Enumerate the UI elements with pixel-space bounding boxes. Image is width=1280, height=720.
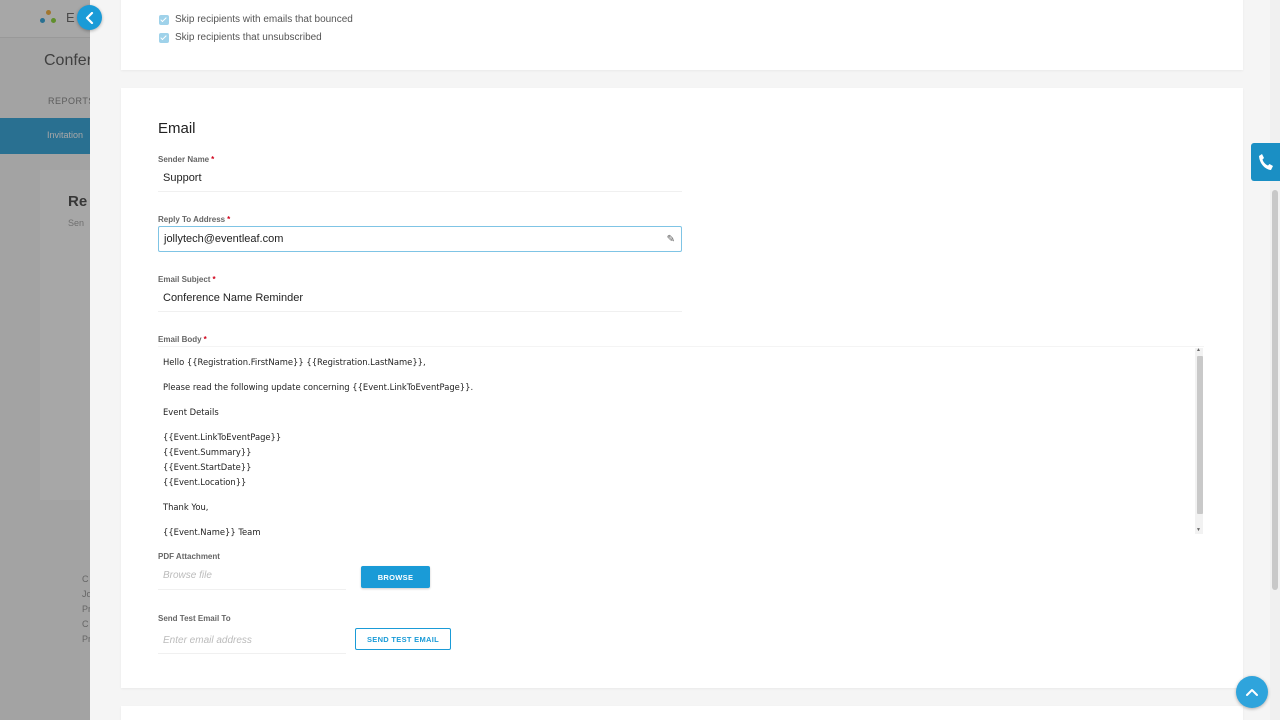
pdf-file-input[interactable]: Browse file bbox=[158, 564, 346, 590]
send-test-email-button[interactable]: SEND TEST EMAIL bbox=[355, 628, 451, 650]
body-line: {{Event.Location}} bbox=[163, 477, 247, 487]
send-test-label: Send Test Email To bbox=[158, 614, 231, 623]
reply-to-value: jollytech@eventleaf.com bbox=[164, 233, 284, 245]
required-mark: * bbox=[203, 335, 207, 344]
skip-bounced-checkbox[interactable] bbox=[159, 14, 169, 25]
test-email-input[interactable]: Enter email address bbox=[158, 628, 346, 654]
sender-name-input[interactable]: Support bbox=[158, 166, 682, 192]
skip-unsubscribed-checkbox[interactable] bbox=[159, 32, 169, 43]
browse-button[interactable]: BROWSE bbox=[361, 566, 430, 588]
close-panel-button[interactable] bbox=[77, 5, 102, 30]
email-settings-panel: Skip recipients with emails that bounced… bbox=[90, 0, 1270, 720]
next-card bbox=[121, 706, 1243, 720]
reply-to-label-text: Reply To Address bbox=[158, 215, 226, 224]
scroll-to-top-button[interactable] bbox=[1236, 676, 1268, 708]
sender-name-label-text: Sender Name bbox=[158, 155, 210, 164]
email-subject-label-text: Email Subject bbox=[158, 275, 211, 284]
email-section-title: Email bbox=[158, 120, 196, 137]
required-mark: * bbox=[212, 275, 216, 284]
email-body-editor[interactable]: Hello {{Registration.FirstName}} {{Regis… bbox=[158, 346, 1204, 537]
body-scrollbar-thumb[interactable] bbox=[1197, 356, 1203, 514]
sender-name-label: Sender Name * bbox=[158, 155, 214, 164]
email-card: Email Sender Name * Support Reply To Addr… bbox=[121, 88, 1243, 688]
required-mark: * bbox=[211, 155, 215, 164]
email-subject-label: Email Subject * bbox=[158, 275, 216, 284]
body-line: {{Event.StartDate}} bbox=[163, 462, 252, 472]
skip-unsubscribed-option[interactable]: Skip recipients that unsubscribed bbox=[159, 32, 322, 43]
body-line: {{Event.Summary}} bbox=[163, 447, 252, 457]
reply-to-label: Reply To Address * bbox=[158, 215, 230, 224]
required-mark: * bbox=[227, 215, 231, 224]
chevron-up-icon bbox=[1246, 689, 1258, 696]
email-subject-input[interactable]: Conference Name Reminder bbox=[158, 286, 682, 312]
scroll-down-arrow-icon[interactable]: ▼ bbox=[1196, 527, 1201, 533]
email-body-label: Email Body * bbox=[158, 335, 207, 344]
body-line: Event Details bbox=[163, 407, 219, 417]
email-body-label-text: Email Body bbox=[158, 335, 202, 344]
skip-unsubscribed-label: Skip recipients that unsubscribed bbox=[175, 32, 322, 43]
body-line: Please read the following update concern… bbox=[163, 382, 474, 392]
body-line: Thank You, bbox=[163, 502, 209, 512]
phone-support-button[interactable] bbox=[1251, 143, 1280, 181]
body-line: Hello {{Registration.FirstName}} {{Regis… bbox=[163, 357, 426, 367]
skip-bounced-option[interactable]: Skip recipients with emails that bounced bbox=[159, 14, 353, 25]
scroll-up-arrow-icon[interactable]: ▲ bbox=[1196, 347, 1201, 353]
recipient-options-card: Skip recipients with emails that bounced… bbox=[121, 0, 1243, 70]
chevron-left-icon bbox=[85, 11, 93, 24]
page-scrollbar-thumb[interactable] bbox=[1272, 190, 1278, 590]
body-line: {{Event.LinkToEventPage}} bbox=[163, 432, 282, 442]
pencil-icon[interactable]: ✎ bbox=[667, 234, 675, 245]
pdf-attachment-label: PDF Attachment bbox=[158, 552, 220, 561]
phone-icon bbox=[1258, 154, 1273, 170]
reply-to-input[interactable]: jollytech@eventleaf.com ✎ bbox=[158, 226, 682, 252]
skip-bounced-label: Skip recipients with emails that bounced bbox=[175, 14, 353, 25]
body-line: {{Event.Name}} Team bbox=[163, 527, 261, 537]
